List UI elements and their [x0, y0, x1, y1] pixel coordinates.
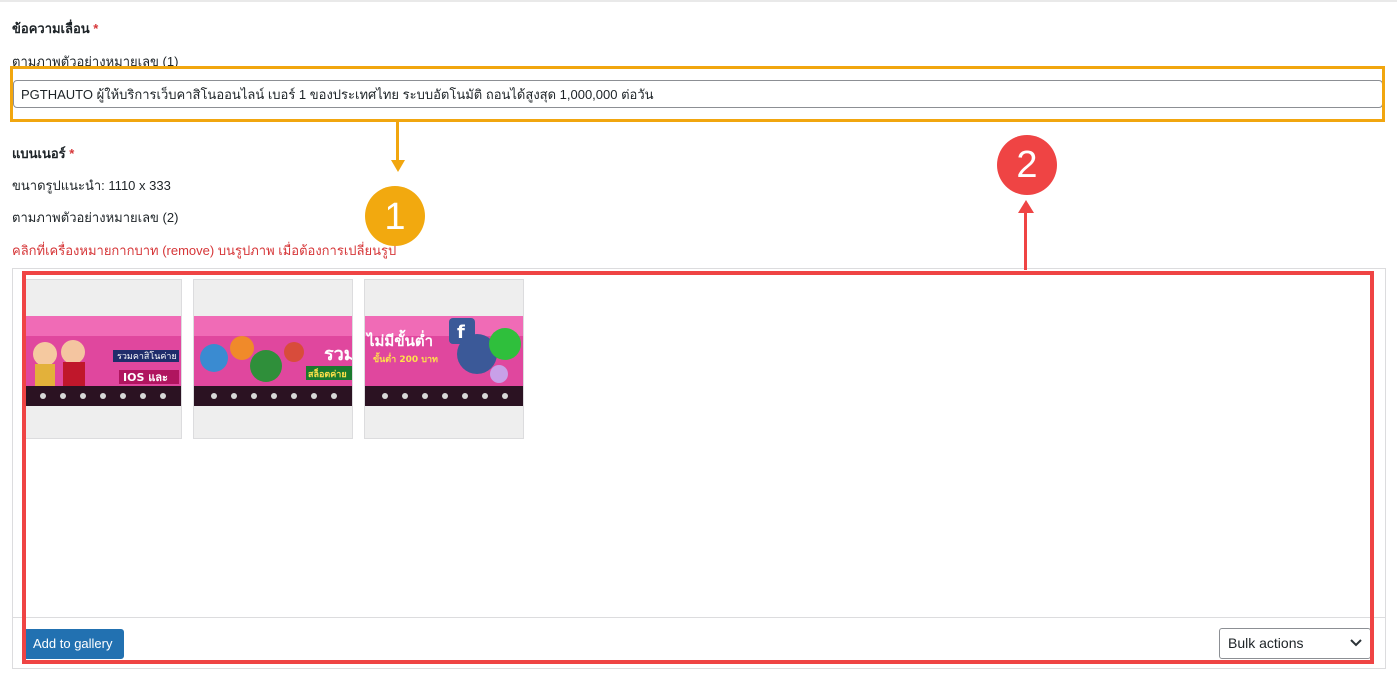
required-marker: *: [69, 146, 75, 161]
banner-warning: คลิกที่เครื่องหมายกากบาท (remove) บนรูปภ…: [12, 243, 397, 258]
required-marker: *: [93, 21, 99, 36]
arrow-up-shaft: [1024, 210, 1027, 270]
banner-hint: ตามภาพตัวอย่างหมายเลข (2): [12, 210, 179, 225]
arrow-up-icon: [1018, 200, 1034, 213]
banner-label-text: แบนเนอร์: [12, 146, 66, 161]
banner-label: แบนเนอร์ *: [12, 143, 74, 164]
arrow-down-icon: [391, 160, 405, 172]
number-badge-1: 1: [365, 186, 425, 246]
marquee-label-text: ข้อความเลื่อน: [12, 21, 90, 36]
number-badge-2: 2: [997, 135, 1057, 195]
top-divider: [0, 0, 1397, 2]
highlight-box-gallery: [22, 271, 1374, 664]
marquee-label: ข้อความเลื่อน *: [12, 18, 98, 39]
highlight-box-marquee: [10, 66, 1385, 122]
banner-size-hint: ขนาดรูปแนะนำ: 1110 x 333: [12, 178, 171, 193]
arrow-down-shaft: [396, 122, 399, 162]
